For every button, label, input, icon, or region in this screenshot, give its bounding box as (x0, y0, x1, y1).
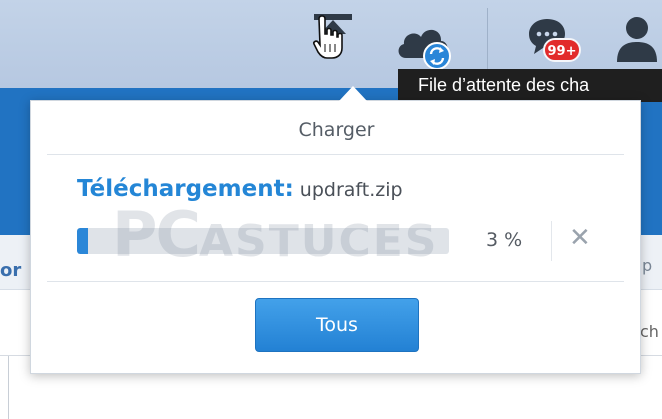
divider (47, 281, 624, 282)
popover-caret (339, 86, 367, 101)
divider (551, 221, 552, 261)
user-icon[interactable] (612, 14, 662, 64)
close-icon[interactable]: ✕ (569, 223, 591, 253)
divider (8, 356, 9, 419)
background-text-fragment: p (642, 256, 653, 275)
queue-tooltip: File d’attente des cha (398, 69, 662, 102)
watermark-logo: PCASTUCES (112, 198, 439, 271)
cursor-hand-icon (313, 15, 343, 59)
progress-bar-fill (77, 228, 89, 254)
all-button[interactable]: Tous (255, 298, 419, 352)
divider (47, 154, 624, 155)
toolbar-divider (487, 8, 488, 78)
popover-title: Charger (298, 119, 375, 141)
background-text-fragment: or (0, 260, 22, 281)
notification-badge: 99+ (543, 38, 581, 62)
progress-percent: 3 % (486, 229, 523, 251)
background-text-fragment: ch (640, 322, 659, 341)
cloud-sync-icon[interactable] (394, 18, 458, 70)
